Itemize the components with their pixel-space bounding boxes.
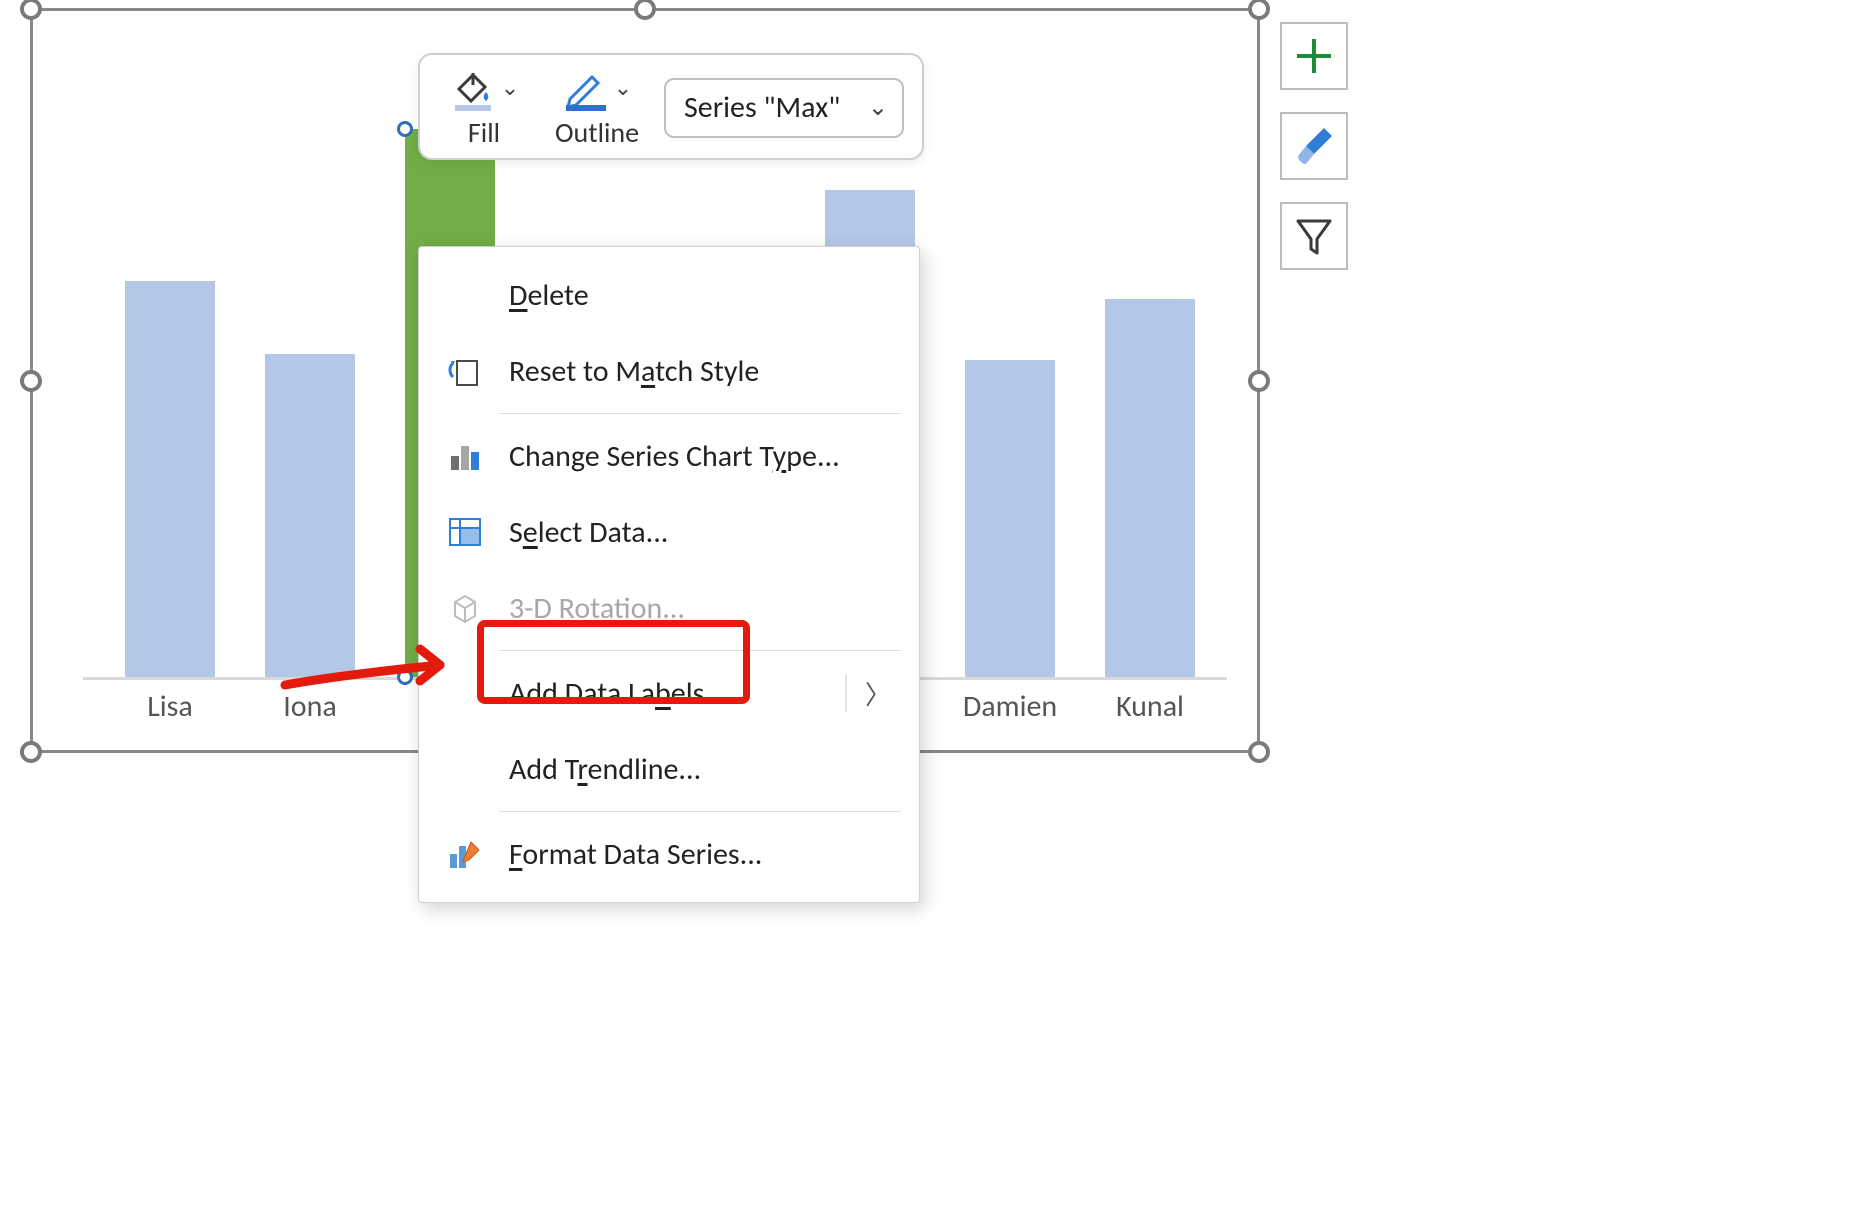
menu-delete[interactable]: Delete xyxy=(419,257,919,333)
cat-label: Kunal xyxy=(1070,680,1230,725)
cat-label: Damien xyxy=(930,680,1090,725)
menu-divider xyxy=(499,811,901,812)
resize-handle-bottom-right[interactable] xyxy=(1248,741,1270,763)
paint-bucket-icon xyxy=(449,65,495,111)
bar-kunal[interactable] xyxy=(1105,299,1195,677)
plus-icon xyxy=(1293,35,1335,77)
series-selector-text: Series "Max" xyxy=(684,89,840,126)
resize-handle-left[interactable] xyxy=(20,370,42,392)
menu-add-trendline-label: Add Trendline... xyxy=(509,751,895,788)
chart-type-icon xyxy=(447,438,483,474)
dropdown-caret-icon[interactable]: ⌄ xyxy=(501,74,519,101)
menu-3d-rotation: 3-D Rotation... xyxy=(419,570,919,646)
chart-filters-button[interactable] xyxy=(1280,202,1348,270)
resize-handle-top[interactable] xyxy=(634,0,656,20)
menu-reset-label: Reset to Match Style xyxy=(509,353,895,390)
fill-label: Fill xyxy=(468,115,500,150)
resize-handle-top-left[interactable] xyxy=(20,0,42,20)
menu-select-data-label: Select Data... xyxy=(509,514,895,551)
cat-label: Iona xyxy=(230,680,390,725)
dropdown-caret-icon[interactable]: ⌄ xyxy=(614,74,632,101)
menu-add-data-labels-label: Add Data Labels xyxy=(509,675,823,712)
format-series-icon xyxy=(445,834,485,874)
outline-button[interactable]: ⌄ Outline xyxy=(542,65,652,150)
paintbrush-icon xyxy=(1292,124,1336,168)
menu-change-type-label: Change Series Chart Type... xyxy=(509,438,895,475)
blank-icon xyxy=(443,671,487,715)
menu-divider xyxy=(499,650,901,651)
menu-reset-match-style[interactable]: Reset to Match Style xyxy=(419,333,919,409)
cat-label: Lisa xyxy=(90,680,250,725)
cube-icon xyxy=(447,590,483,626)
menu-select-data[interactable]: Select Data... xyxy=(419,494,919,570)
submenu-arrow-icon: 〉 xyxy=(845,675,895,712)
menu-3d-rotation-label: 3-D Rotation... xyxy=(509,590,895,627)
bar-damien[interactable] xyxy=(965,360,1055,677)
menu-format-series-label: Format Data Series... xyxy=(509,836,895,873)
menu-add-data-labels[interactable]: Add Data Labels 〉 xyxy=(419,655,919,731)
menu-delete-label: Delete xyxy=(509,277,895,314)
chevron-down-icon: ⌄ xyxy=(868,93,888,122)
blank-icon xyxy=(443,747,487,791)
select-data-icon xyxy=(447,514,483,550)
pen-outline-icon xyxy=(562,65,608,111)
menu-change-series-chart-type[interactable]: Change Series Chart Type... xyxy=(419,418,919,494)
resize-handle-top-right[interactable] xyxy=(1248,0,1270,20)
bar-iona[interactable] xyxy=(265,354,355,677)
blank-icon xyxy=(443,273,487,317)
mini-toolbar: ⌄ Fill ⌄ Outline Series "Max" ⌄ xyxy=(418,53,924,160)
menu-divider xyxy=(499,413,901,414)
menu-add-trendline[interactable]: Add Trendline... xyxy=(419,731,919,807)
series-context-menu: Delete Reset to Match Style Change Serie… xyxy=(418,246,920,903)
funnel-icon xyxy=(1293,215,1335,257)
resize-handle-bottom-left[interactable] xyxy=(20,741,42,763)
bar-lisa[interactable] xyxy=(125,281,215,677)
chart-elements-button[interactable] xyxy=(1280,22,1348,90)
reset-style-icon xyxy=(447,353,483,389)
fill-button[interactable]: ⌄ Fill xyxy=(438,65,530,150)
data-point-handle[interactable] xyxy=(397,121,413,137)
resize-handle-right[interactable] xyxy=(1248,370,1270,392)
outline-label: Outline xyxy=(555,115,639,150)
menu-format-data-series[interactable]: Format Data Series... xyxy=(419,816,919,892)
series-selector[interactable]: Series "Max" ⌄ xyxy=(664,78,904,138)
chart-styles-button[interactable] xyxy=(1280,112,1348,180)
